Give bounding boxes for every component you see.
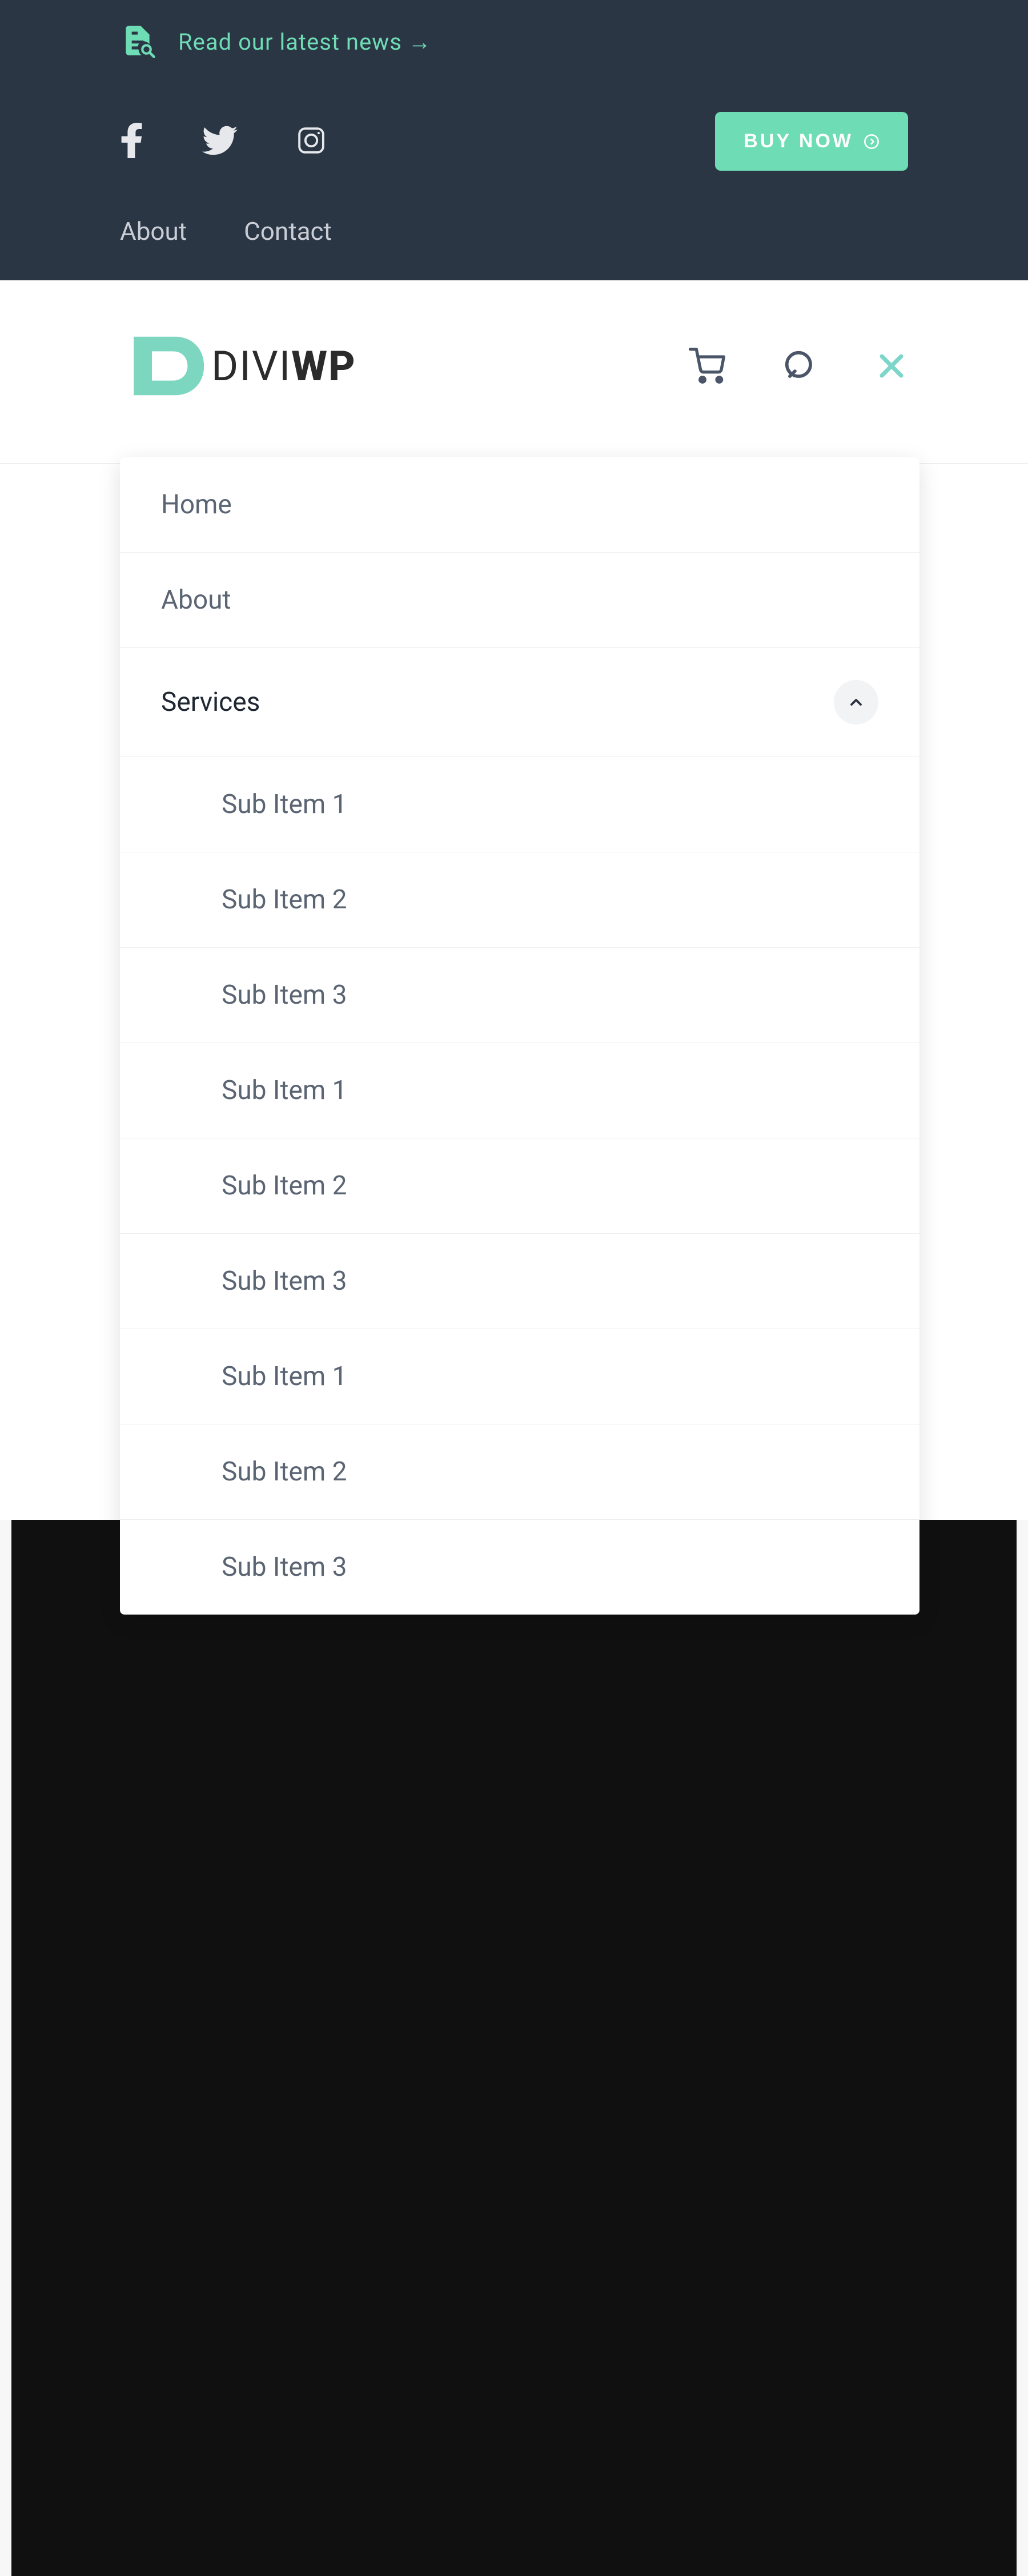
sub-item[interactable]: Sub Item 3: [120, 1234, 919, 1329]
menu-item-about[interactable]: About: [120, 553, 919, 648]
buy-now-label: BUY NOW: [744, 130, 853, 152]
sub-item[interactable]: Sub Item 1: [120, 757, 919, 852]
topbar-link-about[interactable]: About: [120, 216, 187, 246]
arrow-circle-icon: [864, 134, 880, 150]
mainbar: DIVIWP: [0, 280, 1028, 464]
cart-icon[interactable]: [689, 348, 725, 384]
buy-now-button[interactable]: BUY NOW: [715, 112, 908, 171]
sub-item[interactable]: Sub Item 1: [120, 1043, 919, 1138]
sub-item-label: Sub Item 1: [222, 1075, 347, 1106]
sub-item-label: Sub Item 3: [222, 1552, 347, 1583]
topbar-links: About Contact: [120, 216, 908, 246]
menu-item-label: Services: [161, 687, 260, 718]
sub-item[interactable]: Sub Item 2: [120, 1424, 919, 1520]
menu-item-services[interactable]: Services: [120, 648, 919, 757]
sub-item[interactable]: Sub Item 1: [120, 1329, 919, 1424]
page-dark-section: [11, 1520, 1017, 2576]
search-icon[interactable]: [782, 348, 818, 384]
menu-item-home[interactable]: Home: [120, 457, 919, 553]
topbar-news-row: Read our latest news →: [120, 23, 908, 61]
news-link[interactable]: Read our latest news →: [178, 29, 432, 55]
logo-text: DIVIWP: [211, 342, 356, 391]
sub-item[interactable]: Sub Item 2: [120, 852, 919, 948]
topbar-social-row: BUY NOW: [120, 112, 908, 171]
chevron-up-icon: [847, 693, 865, 711]
sub-item-label: Sub Item 2: [222, 1456, 347, 1487]
sub-item[interactable]: Sub Item 3: [120, 948, 919, 1043]
document-search-icon: [120, 23, 155, 61]
instagram-icon[interactable]: [295, 124, 328, 159]
menu-item-label: About: [161, 585, 231, 615]
topbar-link-contact[interactable]: Contact: [244, 216, 332, 246]
logo-mark-icon: [120, 320, 211, 412]
topbar: Read our latest news → BUY NOW: [0, 0, 1028, 280]
sub-item-label: Sub Item 2: [222, 1170, 347, 1201]
sub-item-label: Sub Item 1: [222, 789, 347, 820]
facebook-icon[interactable]: [120, 123, 145, 160]
menu-item-label: Home: [161, 489, 232, 520]
mainbar-icons: [689, 348, 908, 384]
mobile-menu-panel: Home About Services Sub Item 1 Sub Item …: [120, 457, 919, 1615]
sub-item-label: Sub Item 2: [222, 884, 347, 915]
sub-item-label: Sub Item 3: [222, 1266, 347, 1297]
logo[interactable]: DIVIWP: [120, 320, 356, 412]
social-icons: [120, 123, 328, 160]
sub-item-label: Sub Item 3: [222, 980, 347, 1011]
collapse-toggle[interactable]: [834, 680, 878, 724]
close-icon[interactable]: [875, 349, 908, 383]
sub-item-label: Sub Item 1: [222, 1361, 347, 1392]
sub-item[interactable]: Sub Item 3: [120, 1520, 919, 1615]
sub-item[interactable]: Sub Item 2: [120, 1138, 919, 1234]
twitter-icon[interactable]: [202, 123, 238, 160]
